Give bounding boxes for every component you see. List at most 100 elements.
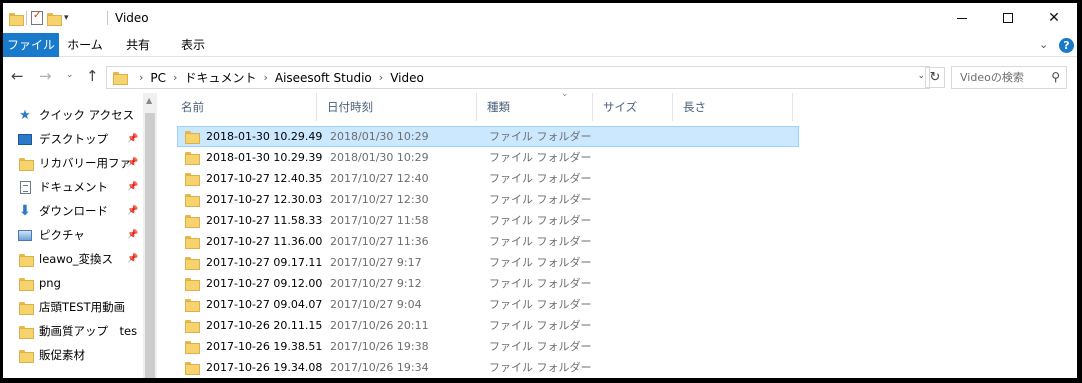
column-header-size[interactable]: サイズ xyxy=(593,93,673,121)
folder-icon xyxy=(17,253,34,267)
forward-arrow-icon[interactable]: → xyxy=(39,67,52,85)
file-date: 2017/10/27 9:04 xyxy=(330,298,422,311)
column-header-type[interactable]: 種類 xyxy=(477,93,593,121)
nav-item-store-test-video[interactable]: 店頭TEST用動画 xyxy=(17,296,141,318)
breadcrumb-aiseesoft-studio[interactable]: Aiseesoft Studio xyxy=(275,71,372,85)
file-name-cell: 2018-01-30 10.29.49 xyxy=(185,127,322,146)
pin-icon: 📌 xyxy=(127,182,139,192)
file-type: ファイル フォルダー xyxy=(489,277,592,290)
nav-item-pictures[interactable]: ピクチャ 📌 xyxy=(17,224,141,246)
file-date: 2017/10/26 20:11 xyxy=(330,319,429,332)
file-name: 2017-10-27 11.36.00 xyxy=(206,235,323,248)
column-header-length[interactable]: 長さ xyxy=(673,93,793,121)
file-type: ファイル フォルダー xyxy=(489,319,592,332)
search-icon[interactable]: ⚲ xyxy=(1051,70,1060,84)
scrollbar-thumb[interactable] xyxy=(145,113,155,378)
breadcrumb-separator-icon[interactable]: › xyxy=(139,71,143,84)
new-folder-icon[interactable] xyxy=(47,12,62,26)
nav-item-label: png xyxy=(39,276,61,290)
recent-locations-chevron-icon[interactable]: ⌄ xyxy=(66,70,74,80)
file-row[interactable]: 2017-10-27 09.17.11 2017/10/27 9:17 ファイル フ… xyxy=(177,252,799,273)
pin-icon: 📌 xyxy=(127,158,139,168)
file-row[interactable]: 2017-10-27 11.36.00 2017/10/27 11:36 ファイル … xyxy=(177,231,799,252)
back-arrow-icon[interactable]: ← xyxy=(11,67,24,85)
column-header-date[interactable]: 日付時刻 xyxy=(317,93,477,121)
maximize-icon xyxy=(1003,13,1013,23)
file-type: ファイル フォルダー xyxy=(489,361,592,374)
navigation-pane-scrollbar[interactable]: ▲ xyxy=(143,93,157,378)
nav-item-quick-access[interactable]: ★ クイック アクセス xyxy=(17,104,141,126)
up-arrow-icon[interactable]: ↑ xyxy=(86,67,99,85)
nav-item-label: 店頭TEST用動画 xyxy=(39,300,126,314)
breadcrumb-pc[interactable]: PC xyxy=(150,71,166,85)
minimize-icon xyxy=(957,17,967,19)
file-row[interactable]: 2018-01-30 10.29.49 2018/01/30 10:29 ファイル … xyxy=(177,126,799,147)
address-history-chevron-icon[interactable]: ⌄ xyxy=(917,71,925,81)
folder-icon xyxy=(17,325,34,339)
file-name-cell: 2018-01-30 10.29.39 xyxy=(185,148,322,167)
breadcrumb-separator-icon[interactable]: › xyxy=(263,71,267,84)
file-row[interactable]: 2017-10-27 09.04.07 2017/10/27 9:04 ファイル フ… xyxy=(177,294,799,315)
file-name-cell: 2017-10-26 20.11.15 xyxy=(185,316,322,335)
title-bar: ▾ Video ✕ xyxy=(3,3,1077,33)
customize-toolbar-dropdown-icon[interactable]: ▾ xyxy=(64,13,69,23)
breadcrumb-separator-icon[interactable]: › xyxy=(379,71,383,84)
nav-item-documents[interactable]: ドキュメント 📌 xyxy=(17,176,141,198)
breadcrumb-documents[interactable]: ドキュメント xyxy=(184,69,256,86)
folder-icon xyxy=(185,362,200,375)
scroll-up-arrow-icon[interactable]: ▲ xyxy=(146,96,152,105)
file-type: ファイル フォルダー xyxy=(489,172,592,185)
file-row[interactable]: 2017-10-27 12.40.35 2017/10/27 12:40 ファイル … xyxy=(177,168,799,189)
file-row[interactable]: 2017-10-27 09.12.00 2017/10/27 9:12 ファイル フ… xyxy=(177,273,799,294)
refresh-icon[interactable]: ↻ xyxy=(925,67,945,88)
tab-file[interactable]: ファイル xyxy=(3,33,59,57)
nav-item-leawo[interactable]: leawo_変換ス 📌 xyxy=(17,248,141,270)
help-icon[interactable]: ? xyxy=(1059,38,1074,53)
breadcrumb-video[interactable]: Video xyxy=(390,71,424,85)
nav-item-png[interactable]: png xyxy=(17,272,141,294)
pin-icon: 📌 xyxy=(127,230,139,240)
properties-icon[interactable] xyxy=(31,10,43,25)
expand-ribbon-chevron-icon[interactable]: ⌄ xyxy=(1039,38,1048,51)
search-box[interactable]: ⚲ xyxy=(951,66,1067,89)
maximize-button[interactable] xyxy=(985,3,1031,33)
quick-access-toolbar: ▾ xyxy=(9,10,69,26)
file-name-cell: 2017-10-26 19.38.51 xyxy=(185,337,322,356)
folder-icon xyxy=(185,173,200,186)
tab-share[interactable]: 共有 xyxy=(111,33,165,57)
tab-view[interactable]: 表示 xyxy=(165,33,221,57)
column-header-name[interactable]: 名前 xyxy=(171,93,317,121)
close-button[interactable]: ✕ xyxy=(1031,3,1077,33)
close-icon: ✕ xyxy=(1048,10,1060,26)
search-input[interactable] xyxy=(952,67,1044,88)
file-row[interactable]: 2017-10-26 20.11.15 2017/10/26 20:11 ファイル … xyxy=(177,315,799,336)
file-row[interactable]: 2017-10-27 11.58.33 2017/10/27 11:58 ファイル … xyxy=(177,210,799,231)
file-name: 2017-10-26 20.11.15 xyxy=(206,319,323,332)
pin-icon: 📌 xyxy=(127,254,139,264)
address-bar[interactable]: › PC › ドキュメント › Aiseesoft Studio › Video… xyxy=(106,66,930,89)
explorer-window: ▾ Video ✕ ファイル ホーム 共有 表示 ⌄ ? ← → ⌄ ↑ › P… xyxy=(3,3,1077,378)
breadcrumb-separator-icon[interactable]: › xyxy=(173,71,177,84)
download-icon: ⬇ xyxy=(19,203,31,219)
file-row[interactable]: 2018-01-30 10.29.39 2018/01/30 10:29 ファイル … xyxy=(177,147,799,168)
nav-item-desktop[interactable]: デスクトップ 📌 xyxy=(17,128,141,150)
file-type: ファイル フォルダー xyxy=(489,340,592,353)
folder-icon xyxy=(17,301,34,315)
nav-item-recovery[interactable]: リカバリー用ファ 📌 xyxy=(17,152,141,174)
file-row[interactable]: 2017-10-26 19.38.51 2017/10/26 19:38 ファイル … xyxy=(177,336,799,357)
nav-item-label: 販促素材 xyxy=(39,348,85,362)
nav-item-downloads[interactable]: ⬇ ダウンロード 📌 xyxy=(17,200,141,222)
minimize-button[interactable] xyxy=(939,3,985,33)
file-row[interactable]: 2017-10-27 12.30.03 2017/10/27 12:30 ファイル … xyxy=(177,189,799,210)
folder-icon xyxy=(17,277,34,291)
file-name-cell: 2017-10-26 19.34.08 xyxy=(185,358,322,377)
nav-item-video-quality-up[interactable]: 動画質アップ tes xyxy=(17,320,141,342)
file-row[interactable]: 2017-10-26 19.34.08 2017/10/26 19:34 ファイル … xyxy=(177,357,799,378)
file-date: 2017/10/27 9:12 xyxy=(330,277,422,290)
folder-icon xyxy=(185,194,200,207)
tab-home[interactable]: ホーム xyxy=(59,33,111,57)
nav-item-label: 動画質アップ tes xyxy=(39,324,138,338)
nav-item-promo-material[interactable]: 販促素材 xyxy=(17,344,141,366)
file-date: 2017/10/26 19:34 xyxy=(330,361,429,374)
file-list: 名前 日付時刻 ⌄ 種類 サイズ 長さ 2018-01-30 10.29.49 2… xyxy=(165,89,1077,378)
